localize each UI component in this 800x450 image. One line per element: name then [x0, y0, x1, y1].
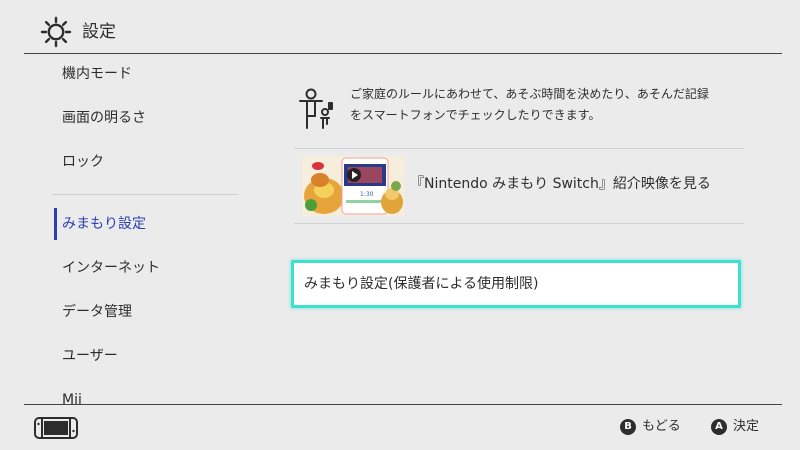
sidebar-divider: [52, 194, 238, 195]
back-hint[interactable]: B もどる: [620, 418, 681, 436]
header: 設定: [0, 0, 800, 54]
intro-video-link[interactable]: 1:30 『Nintendo みまもり Switch』紹介映像を見る: [294, 149, 744, 223]
parental-controls-button[interactable]: みまもり設定(保護者による使用制限): [291, 260, 741, 308]
back-label: もどる: [642, 419, 681, 434]
sidebar-item-brightness[interactable]: 画面の明るさ: [62, 108, 146, 128]
a-button-icon: A: [711, 418, 727, 435]
intro-video-label: 『Nintendo みまもり Switch』紹介映像を見る: [410, 176, 711, 192]
ok-label: 決定: [733, 419, 760, 434]
parent-child-icon: [299, 88, 333, 129]
selection-indicator: [54, 208, 57, 240]
sidebar-item-users[interactable]: ユーザー: [62, 346, 118, 366]
video-thumbnail: 1:30: [302, 156, 404, 216]
sidebar-item-data-management[interactable]: データ管理: [62, 302, 132, 322]
thumbnail-time: 1:30: [360, 191, 374, 198]
b-button-icon: B: [620, 418, 636, 435]
gear-icon: [40, 16, 72, 48]
sidebar: 機内モード 画面の明るさ ロック みまもり設定 インターネット データ管理 ユー…: [0, 54, 256, 404]
description-line-2: をスマートフォンでチェックしたりできます。: [350, 108, 601, 122]
sidebar-item-mii[interactable]: Mii: [62, 390, 82, 404]
ok-hint[interactable]: A 決定: [711, 418, 759, 436]
sidebar-item-parental-controls[interactable]: みまもり設定: [62, 214, 146, 234]
content-divider: [294, 223, 744, 224]
switch-console-icon: [34, 417, 78, 439]
sidebar-item-internet[interactable]: インターネット: [62, 258, 160, 278]
sidebar-item-airplane-mode[interactable]: 機内モード: [62, 64, 132, 84]
sidebar-item-lock[interactable]: ロック: [62, 152, 104, 172]
parental-description: ご家庭のルールにあわせて、あそぶ時間を決めたり、あそんだ記録 をスマートフォンで…: [350, 84, 770, 126]
main-content: ご家庭のルールにあわせて、あそぶ時間を決めたり、あそんだ記録 をスマートフォンで…: [256, 54, 800, 404]
page-title: 設定: [82, 22, 116, 42]
description-line-1: ご家庭のルールにあわせて、あそぶ時間を決めたり、あそんだ記録: [350, 87, 709, 101]
parental-controls-button-label: みまもり設定(保護者による使用制限): [304, 276, 539, 292]
footer: B もどる A 決定: [0, 405, 800, 450]
